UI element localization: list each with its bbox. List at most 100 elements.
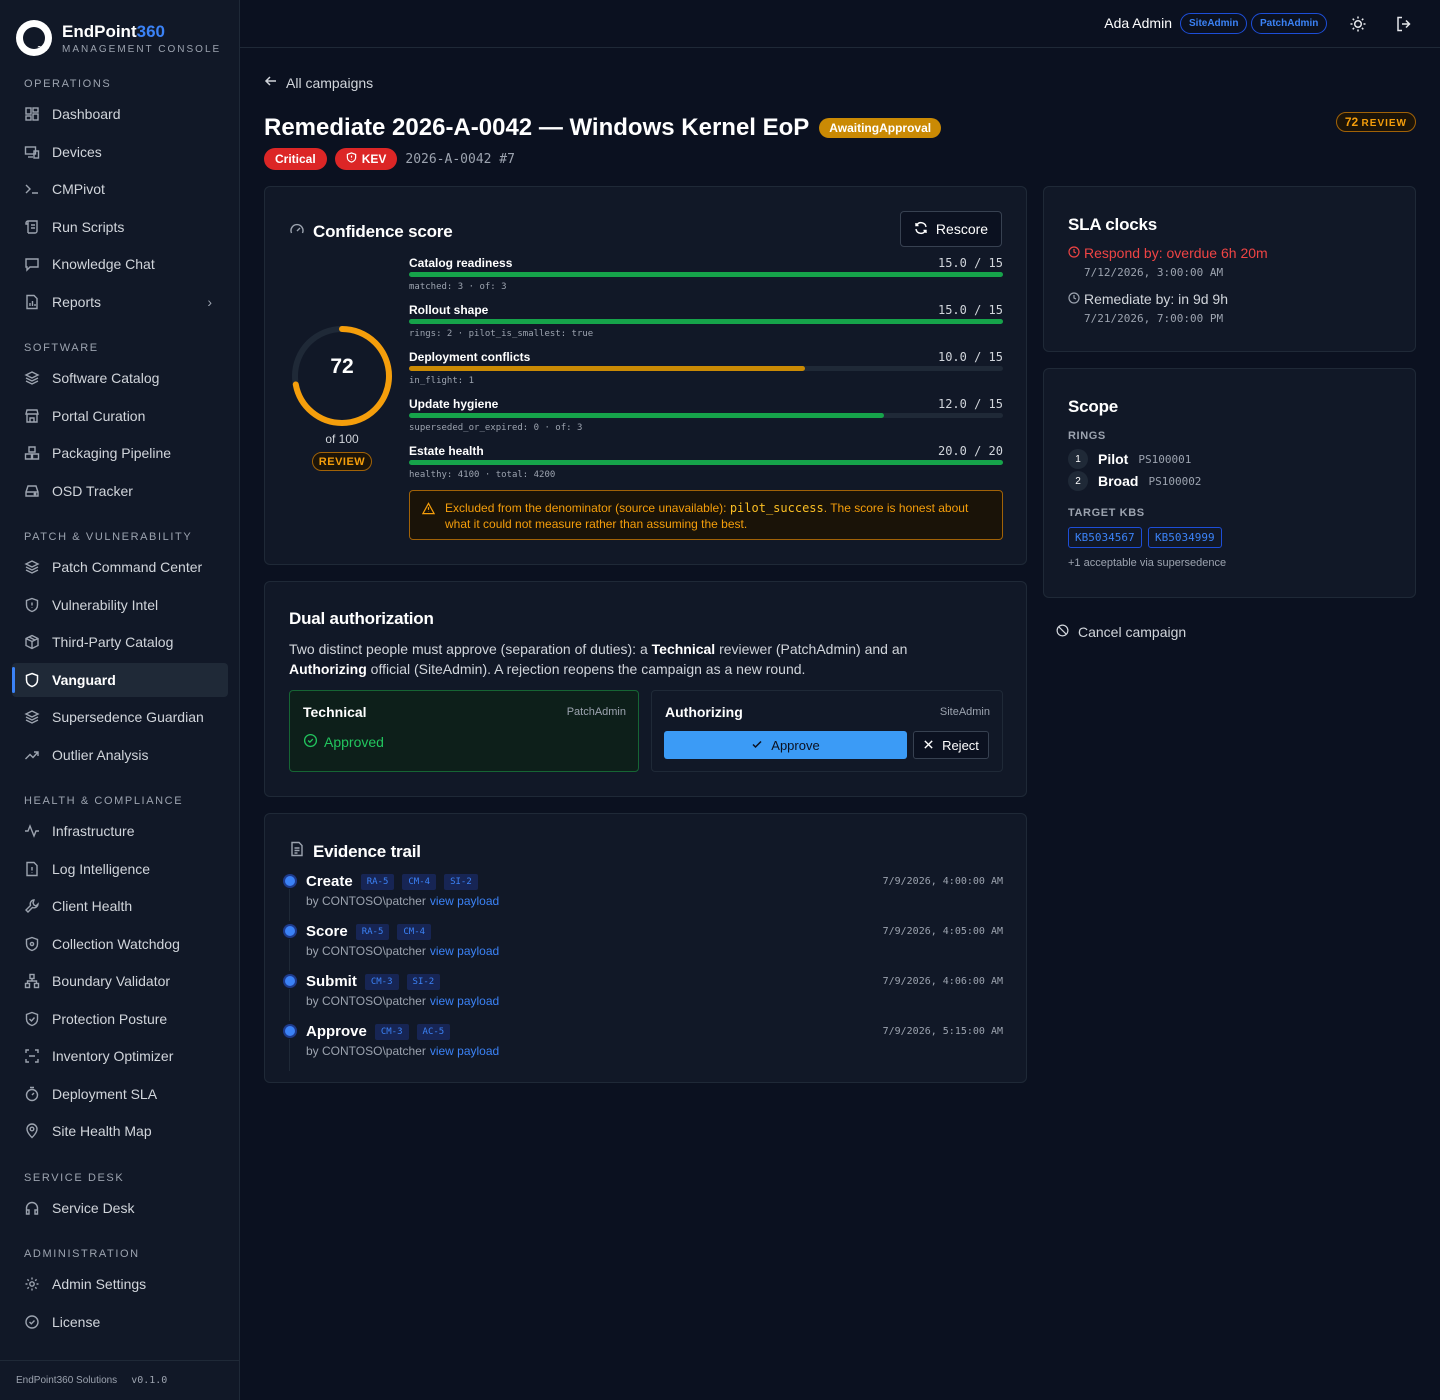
event-actor: by CONTOSO\patcher [306,894,426,908]
authorizing-approval: Authorizing SiteAdmin Approve Reject [651,690,1003,772]
chat-icon [24,256,40,272]
sidebar-item-devices[interactable]: Devices [12,135,228,169]
footer-company: EndPoint360 Solutions [16,1375,118,1386]
desc-bold: Authorizing [289,661,367,677]
sidebar-item-inventory-optimizer[interactable]: Inventory Optimizer [12,1039,228,1073]
sidebar-item-client-health[interactable]: Client Health [12,889,228,923]
sidebar-item-label: Service Desk [52,1200,135,1216]
brand[interactable]: 360 EndPoint360 MANAGEMENT CONSOLE [16,20,221,56]
gauge-icon [289,221,305,242]
sidebar-item-label: Third-Party Catalog [52,634,174,650]
footer-version: v0.1.0 [131,1375,168,1386]
view-payload-link[interactable]: view payload [430,894,499,908]
sidebar: 360 EndPoint360 MANAGEMENT CONSOLE OPERA… [0,0,240,1400]
package-icon [24,634,40,650]
sidebar-item-label: Site Health Map [52,1123,152,1139]
respond-by-status: Respond by: overdue 6h 20m [1068,245,1268,261]
cancel-campaign-button[interactable]: Cancel campaign [1056,624,1186,640]
sidebar-item-osd-tracker[interactable]: OSD Tracker [12,474,228,508]
file-chart-icon [24,294,40,310]
metric-track [409,366,1003,371]
brand-logo: 360 [16,20,52,56]
ring-id: PS100002 [1148,474,1202,488]
rescore-button[interactable]: Rescore [900,211,1002,247]
respond-label: Respond by: overdue 6h 20m [1084,245,1268,261]
event-action: Approve [306,1023,367,1040]
sidebar-item-outlier-analysis[interactable]: Outlier Analysis [12,738,228,772]
metric-fill [409,413,885,418]
event-timestamp: 7/9/2026, 5:15:00 AM [882,1026,1003,1037]
sidebar-item-boundary-validator[interactable]: Boundary Validator [12,964,228,998]
brand-name-accent: 360 [136,21,165,41]
sidebar-item-knowledge-chat[interactable]: Knowledge Chat [12,247,228,281]
sidebar-item-label: Collection Watchdog [52,936,180,952]
metric-name: Deployment conflicts [409,350,531,364]
view-payload-link[interactable]: view payload [430,944,499,958]
sidebar-item-log-intelligence[interactable]: Log Intelligence [12,852,228,886]
sidebar-item-label: Client Health [52,898,133,914]
confidence-header: Confidence score [289,221,453,242]
technical-approval: Technical PatchAdmin Approved [289,690,639,772]
sidebar-item-portal-curation[interactable]: Portal Curation [12,399,228,433]
control-badge: CM-4 [402,873,437,890]
evidence-title: Evidence trail [313,841,421,861]
sidebar-item-packaging-pipeline[interactable]: Packaging Pipeline [12,436,228,470]
kb-badge: KB5034999 [1148,527,1222,548]
sidebar-item-cmpivot[interactable]: CMPivot [12,172,228,206]
user-name[interactable]: Ada Admin [1104,15,1172,31]
timeline-line [289,1039,290,1071]
event-action-row: Score RA-5 CM-4 [306,923,432,940]
logo-badge: 360 [37,46,49,53]
chevron-right-icon: › [207,294,212,310]
store-icon [24,408,40,424]
sidebar-item-service-desk[interactable]: Service Desk [12,1191,228,1225]
evidence-event-create: Create RA-5 CM-4 SI-2 by CONTOSO\patcher view… [285,873,1003,923]
sidebar-item-reports[interactable]: Reports › [12,285,228,319]
topbar: Ada Admin SiteAdmin PatchAdmin [240,0,1440,48]
sidebar-item-collection-watchdog[interactable]: Collection Watchdog [12,927,228,961]
sidebar-item-third-party-catalog[interactable]: Third-Party Catalog [12,625,228,659]
sidebar-item-protection-posture[interactable]: Protection Posture [12,1002,228,1036]
sidebar-item-label: Inventory Optimizer [52,1048,174,1064]
timeline-dot [285,976,295,986]
back-label: All campaigns [286,74,374,91]
sidebar-item-vulnerability-intel[interactable]: Vulnerability Intel [12,588,228,622]
approve-button[interactable]: Approve [664,731,907,759]
campaign-tags: Critical KEV 2026-A-0042 #7 [264,148,515,170]
sidebar-item-patch-command-center[interactable]: Patch Command Center [12,550,228,584]
approve-label: Approve [771,737,820,753]
view-payload-link[interactable]: view payload [430,994,499,1008]
sidebar-item-dashboard[interactable]: Dashboard [12,97,228,131]
warning-text-pre: Excluded from the denominator (source un… [445,501,730,515]
gauge-of: of 100 [325,432,359,446]
sidebar-item-supersedence-guardian[interactable]: Supersedence Guardian [12,700,228,734]
status-badge: AwaitingApproval [819,118,942,138]
event-by-row: by CONTOSO\patcher view payload [306,994,499,1008]
metric-track [409,413,1003,418]
brand-subtitle: MANAGEMENT CONSOLE [62,43,222,55]
sidebar-item-vanguard[interactable]: Vanguard [12,663,228,697]
sidebar-item-deployment-sla[interactable]: Deployment SLA [12,1077,228,1111]
sidebar-item-license[interactable]: License [12,1305,228,1339]
sidebar-item-label: OSD Tracker [52,483,133,499]
scroll-icon [24,219,40,235]
sla-clocks-card: SLA clocks Respond by: overdue 6h 20m 7/… [1043,186,1416,352]
kev-badge: KEV [334,148,398,170]
ring-id: PS100001 [1138,452,1192,466]
metric-rollout-shape: Rollout shape 15.0 / 15 rings: 2 · pilot_i… [409,303,1003,349]
sidebar-item-run-scripts[interactable]: Run Scripts [12,210,228,244]
sidebar-item-software-catalog[interactable]: Software Catalog [12,361,228,395]
logout-icon[interactable] [1393,13,1415,35]
sidebar-item-label: Vulnerability Intel [52,597,159,613]
warning-code: pilot_success [729,501,824,515]
sidebar-item-admin-settings[interactable]: Admin Settings [12,1267,228,1301]
reject-button[interactable]: Reject [913,731,989,759]
shield-icon [24,1011,40,1027]
trend-icon [24,747,40,763]
theme-toggle-sun-icon[interactable] [1347,13,1369,35]
back-to-campaigns-link[interactable]: All campaigns [264,74,373,91]
sidebar-item-site-health-map[interactable]: Site Health Map [12,1114,228,1148]
sidebar-item-infrastructure[interactable]: Infrastructure [12,814,228,848]
event-action: Submit [306,973,357,990]
view-payload-link[interactable]: view payload [430,1044,499,1058]
